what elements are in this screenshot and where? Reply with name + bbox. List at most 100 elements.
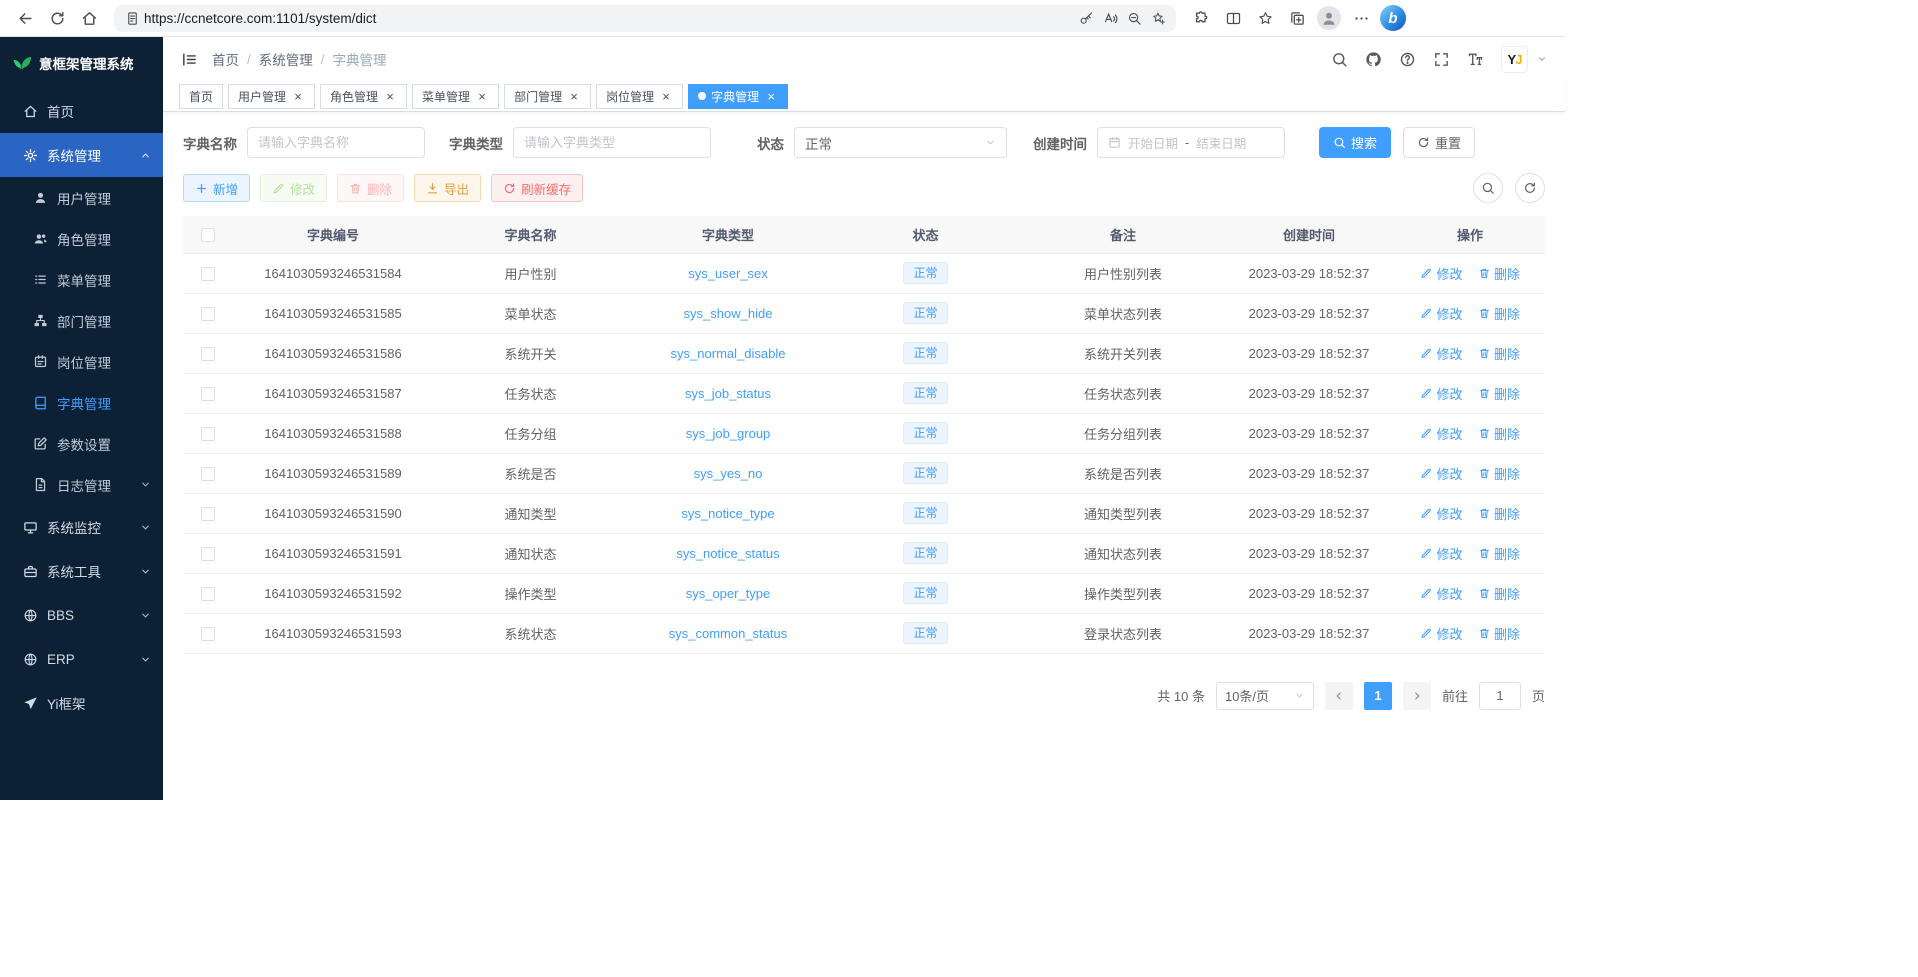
delete-button[interactable]: 删除 xyxy=(337,174,404,202)
breadcrumb-item-home[interactable]: 首页 xyxy=(212,49,239,69)
tab-close-icon[interactable]: × xyxy=(567,89,581,103)
collections-icon[interactable] xyxy=(1282,3,1312,33)
address-bar[interactable]: https://ccnetcore.com:1101/system/dict xyxy=(114,5,1176,32)
tab-close-icon[interactable]: × xyxy=(291,89,305,103)
sidebar-item-system[interactable]: 系统管理 xyxy=(0,133,163,177)
sidebar-item-erp[interactable]: ERP xyxy=(0,637,163,681)
row-edit-button[interactable]: 修改 xyxy=(1420,384,1463,403)
sidebar-item-config[interactable]: 参数设置 xyxy=(0,423,163,464)
row-delete-button[interactable]: 删除 xyxy=(1478,384,1521,403)
row-checkbox[interactable] xyxy=(201,627,215,641)
dict-type-link[interactable]: sys_notice_type xyxy=(681,506,774,521)
row-edit-button[interactable]: 修改 xyxy=(1420,264,1463,283)
browser-home-icon[interactable] xyxy=(74,3,104,33)
tab-4[interactable]: 部门管理× xyxy=(504,84,591,109)
tab-2[interactable]: 角色管理× xyxy=(320,84,407,109)
sidebar-item-menu[interactable]: 菜单管理 xyxy=(0,259,163,300)
row-delete-button[interactable]: 删除 xyxy=(1478,504,1521,523)
read-aloud-icon[interactable] xyxy=(1098,6,1122,30)
row-checkbox[interactable] xyxy=(201,587,215,601)
breadcrumb-item-system[interactable]: 系统管理 xyxy=(259,49,313,69)
row-edit-button[interactable]: 修改 xyxy=(1420,344,1463,363)
sidebar-collapse-icon[interactable] xyxy=(181,51,198,68)
page-1-button[interactable]: 1 xyxy=(1364,682,1392,710)
sidebar-item-home[interactable]: 首页 xyxy=(0,89,163,133)
tab-close-icon[interactable]: × xyxy=(659,89,673,103)
dict-type-link[interactable]: sys_job_status xyxy=(685,386,771,401)
row-delete-button[interactable]: 删除 xyxy=(1478,624,1521,643)
row-edit-button[interactable]: 修改 xyxy=(1420,424,1463,443)
row-checkbox[interactable] xyxy=(201,347,215,361)
sidebar-item-bbs[interactable]: BBS xyxy=(0,593,163,637)
edit-button[interactable]: 修改 xyxy=(260,174,327,202)
status-select[interactable]: 正常 xyxy=(794,127,1007,158)
row-delete-button[interactable]: 删除 xyxy=(1478,424,1521,443)
add-button[interactable]: 新增 xyxy=(183,174,250,202)
row-delete-button[interactable]: 删除 xyxy=(1478,544,1521,563)
site-info-icon[interactable] xyxy=(120,6,144,30)
page-size-select[interactable]: 10条/页 xyxy=(1216,682,1314,710)
password-key-icon[interactable] xyxy=(1074,6,1098,30)
select-all-checkbox[interactable] xyxy=(201,228,215,242)
tab-close-icon[interactable]: × xyxy=(475,89,489,103)
dict-type-link[interactable]: sys_oper_type xyxy=(686,586,771,601)
favorite-star-add-icon[interactable] xyxy=(1146,6,1170,30)
sidebar-item-user[interactable]: 用户管理 xyxy=(0,177,163,218)
row-edit-button[interactable]: 修改 xyxy=(1420,624,1463,643)
row-edit-button[interactable]: 修改 xyxy=(1420,584,1463,603)
font-size-icon[interactable] xyxy=(1467,51,1484,68)
row-edit-button[interactable]: 修改 xyxy=(1420,464,1463,483)
row-checkbox[interactable] xyxy=(201,547,215,561)
toggle-search-button[interactable] xyxy=(1473,173,1503,203)
tab-close-icon[interactable]: × xyxy=(383,89,397,103)
sidebar-item-log[interactable]: 日志管理 xyxy=(0,464,163,505)
bing-copilot-icon[interactable]: b xyxy=(1378,3,1408,33)
dict-type-link[interactable]: sys_yes_no xyxy=(694,466,763,481)
sidebar-item-post[interactable]: 岗位管理 xyxy=(0,341,163,382)
row-edit-button[interactable]: 修改 xyxy=(1420,544,1463,563)
sidebar-item-monitor[interactable]: 系统监控 xyxy=(0,505,163,549)
row-checkbox[interactable] xyxy=(201,467,215,481)
goto-page-input[interactable] xyxy=(1479,682,1521,710)
browser-refresh-icon[interactable] xyxy=(42,3,72,33)
sidebar-item-yi[interactable]: Yi框架 xyxy=(0,681,163,725)
row-checkbox[interactable] xyxy=(201,307,215,321)
tab-3[interactable]: 菜单管理× xyxy=(412,84,499,109)
tab-1[interactable]: 用户管理× xyxy=(228,84,315,109)
github-icon[interactable] xyxy=(1365,51,1382,68)
refresh-cache-button[interactable]: 刷新缓存 xyxy=(491,174,583,202)
row-edit-button[interactable]: 修改 xyxy=(1420,304,1463,323)
tab-5[interactable]: 岗位管理× xyxy=(596,84,683,109)
dict-type-link[interactable]: sys_common_status xyxy=(669,626,788,641)
help-icon[interactable] xyxy=(1399,51,1416,68)
extensions-icon[interactable] xyxy=(1186,3,1216,33)
zoom-out-icon[interactable] xyxy=(1122,6,1146,30)
dict-name-input[interactable] xyxy=(258,135,414,150)
row-checkbox[interactable] xyxy=(201,387,215,401)
header-search-icon[interactable] xyxy=(1331,51,1348,68)
tab-close-icon[interactable]: × xyxy=(764,89,778,103)
dict-type-link[interactable]: sys_job_group xyxy=(686,426,771,441)
user-logo[interactable]: YJ xyxy=(1501,46,1528,73)
export-button[interactable]: 导出 xyxy=(414,174,481,202)
profile-avatar[interactable] xyxy=(1314,3,1344,33)
row-delete-button[interactable]: 删除 xyxy=(1478,264,1521,283)
prev-page-button[interactable] xyxy=(1325,682,1353,710)
browser-back-icon[interactable] xyxy=(10,3,40,33)
sidebar-item-tool[interactable]: 系统工具 xyxy=(0,549,163,593)
search-button[interactable]: 搜索 xyxy=(1319,127,1391,158)
dict-type-link[interactable]: sys_show_hide xyxy=(684,306,773,321)
row-checkbox[interactable] xyxy=(201,507,215,521)
dict-type-link[interactable]: sys_normal_disable xyxy=(671,346,786,361)
row-delete-button[interactable]: 删除 xyxy=(1478,344,1521,363)
row-checkbox[interactable] xyxy=(201,427,215,441)
app-logo[interactable]: 意框架管理系统 xyxy=(0,37,163,89)
date-range-picker[interactable]: 开始日期 - 结束日期 xyxy=(1097,127,1285,158)
favorites-bar-icon[interactable] xyxy=(1250,3,1280,33)
sidebar-item-role[interactable]: 角色管理 xyxy=(0,218,163,259)
refresh-table-button[interactable] xyxy=(1515,173,1545,203)
sidebar-item-dict[interactable]: 字典管理 xyxy=(0,382,163,423)
row-delete-button[interactable]: 删除 xyxy=(1478,304,1521,323)
fullscreen-icon[interactable] xyxy=(1433,51,1450,68)
reset-button[interactable]: 重置 xyxy=(1403,127,1475,158)
